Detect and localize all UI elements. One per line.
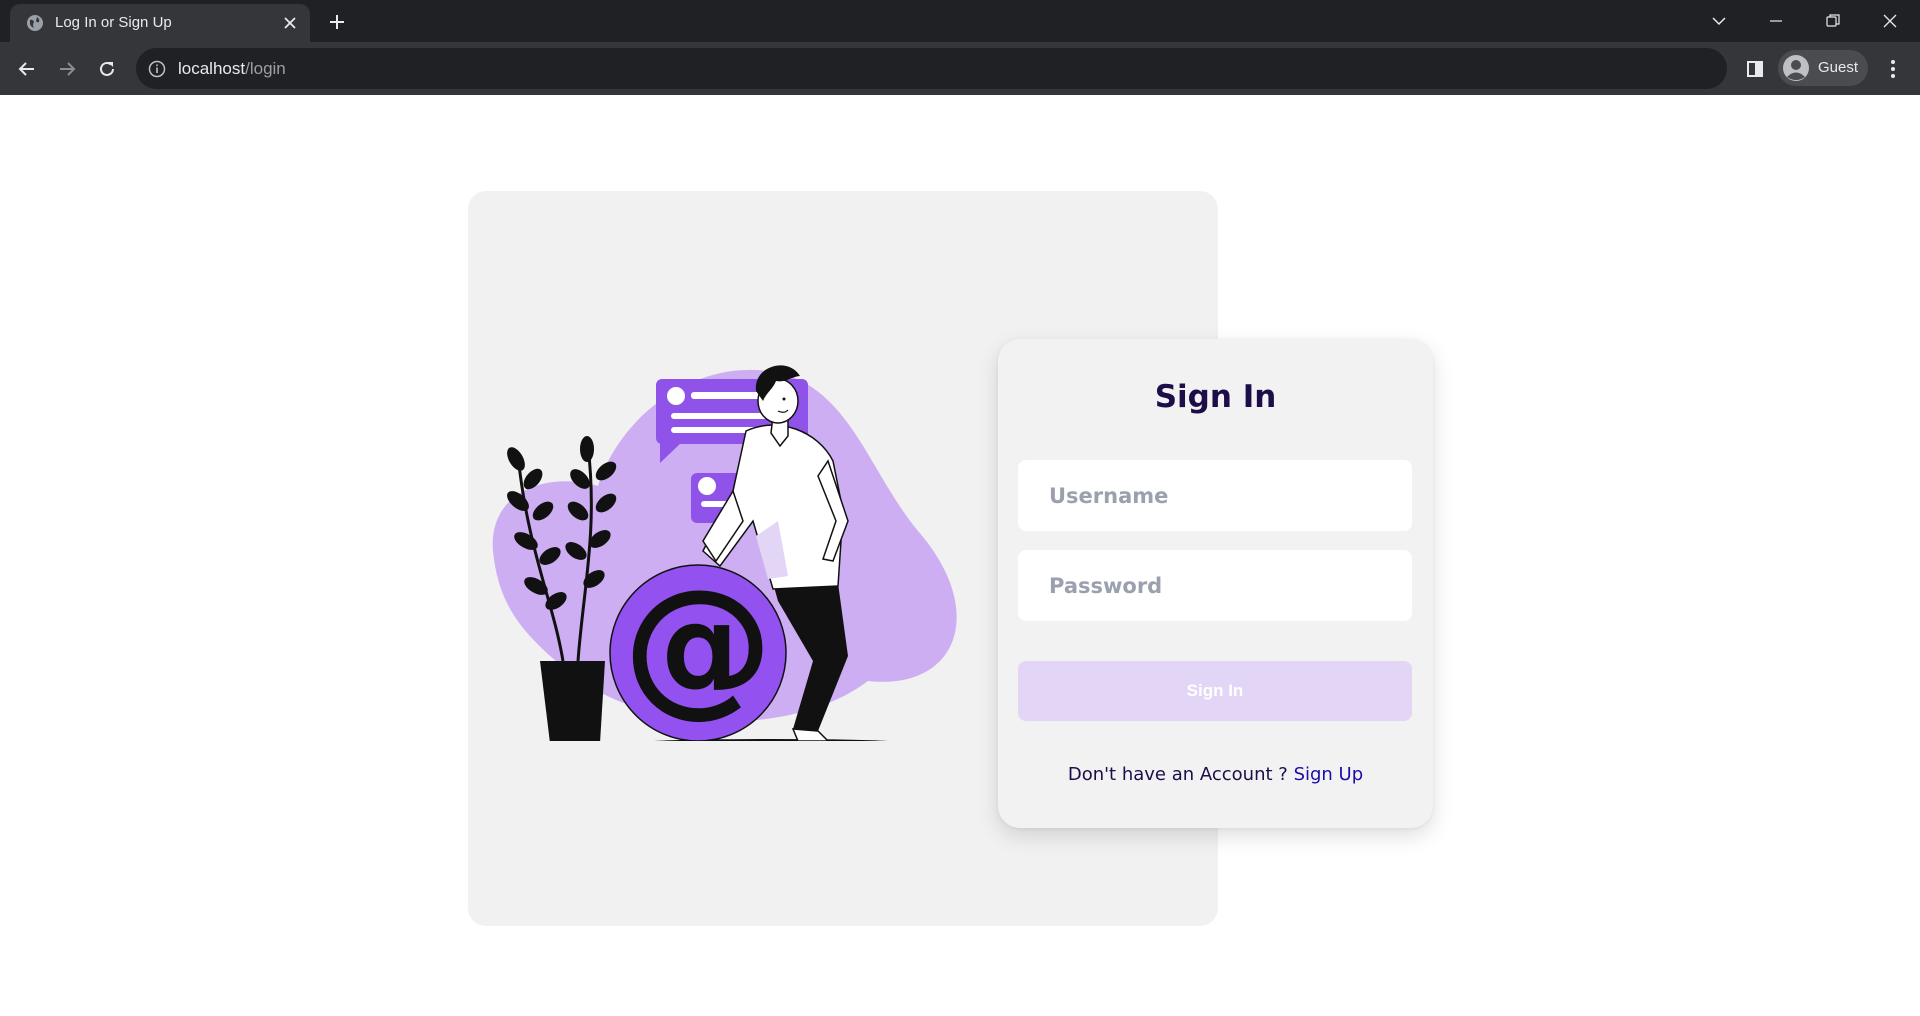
guest-avatar-icon [1783,55,1809,81]
signup-link[interactable]: Sign Up [1294,764,1364,785]
close-window-icon[interactable] [1877,8,1903,34]
browser-tab[interactable]: Log In or Sign Up [10,4,310,42]
at-symbol: @ [623,558,773,732]
address-bar[interactable]: localhost/login [136,48,1727,89]
username-input[interactable] [1018,460,1412,531]
new-tab-plus-icon[interactable] [326,11,348,33]
profile-button[interactable]: Guest [1778,50,1868,86]
restore-icon[interactable] [1820,8,1846,34]
browser-toolbar: localhost/login Guest [0,42,1920,95]
ground-shadow [654,739,888,741]
signin-title: Sign In [1154,379,1277,415]
url-path: /login [245,59,286,78]
url-host: localhost [178,59,246,78]
reload-icon[interactable] [93,55,121,83]
forward-arrow-icon[interactable] [53,55,81,83]
tab-search-chevron-down-icon[interactable] [1706,8,1732,34]
browser-titlebar: Log In or Sign Up [0,0,1920,42]
globe-icon [27,15,43,31]
tab-title: Log In or Sign Up [55,14,172,31]
profile-name: Guest [1818,59,1859,76]
email-illustration: @ [492,365,957,741]
close-tab-icon[interactable] [280,13,300,33]
signin-card: Sign In Sign In Don't have an Account ? … [998,339,1433,828]
password-input[interactable] [1018,550,1412,621]
signin-button[interactable]: Sign In [1018,661,1412,721]
info-icon[interactable] [148,60,166,78]
back-arrow-icon[interactable] [13,55,41,83]
minimize-icon[interactable] [1763,8,1789,34]
url-text: localhost/login [178,59,286,79]
at-sign-ball-icon: @ [609,558,787,741]
signup-prompt: Don't have an Account ? Sign Up [998,764,1433,785]
no-account-text: Don't have an Account ? [1067,764,1288,785]
more-vert-icon[interactable] [1880,56,1906,82]
side-panel-icon[interactable] [1743,57,1767,81]
